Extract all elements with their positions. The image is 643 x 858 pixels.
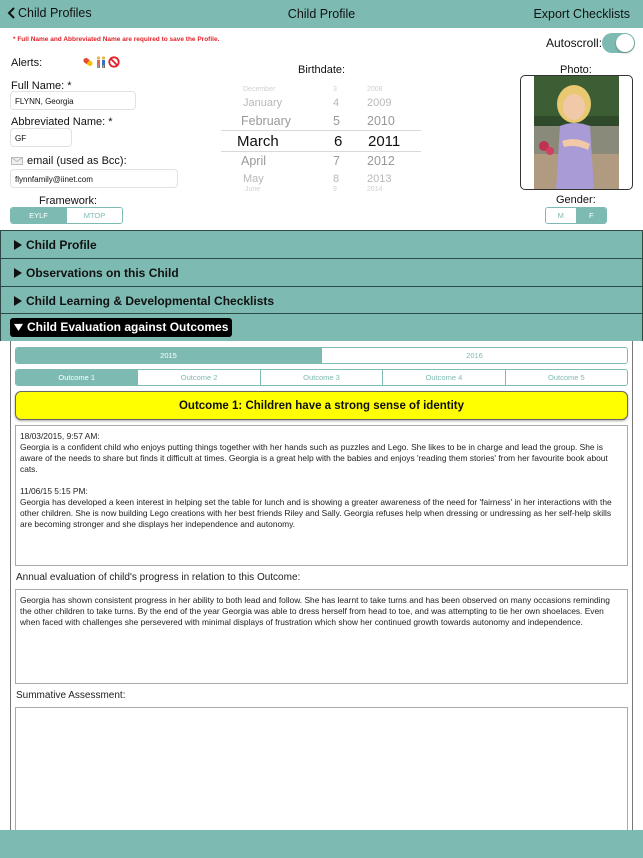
outcome-tab-5[interactable]: Outcome 5 — [504, 370, 627, 385]
observation-text: Georgia is a confident child who enjoys … — [20, 442, 608, 474]
year-selector: 2015 2016 — [15, 347, 628, 364]
picker-day: 7 — [333, 154, 340, 168]
picker-year: 2013 — [367, 173, 392, 185]
picker-month: May — [243, 173, 264, 185]
framework-option-eylf[interactable]: EYLF — [11, 208, 66, 223]
section-evaluation[interactable]: Child Evaluation against Outcomes — [0, 313, 643, 341]
observation-timestamp: 11/06/15 5:15 PM: — [20, 486, 88, 496]
section-title: Child Learning & Developmental Checklist… — [26, 294, 275, 308]
birthdate-picker[interactable]: December 3 2008 January 4 2009 February … — [221, 84, 421, 196]
triangle-right-icon — [14, 240, 22, 250]
abbreviated-name-input[interactable]: GF — [10, 128, 72, 147]
framework-selector: EYLF MTOP — [10, 207, 123, 224]
triangle-right-icon — [14, 268, 22, 278]
picker-day: 5 — [333, 114, 340, 128]
picker-month: January — [243, 97, 283, 109]
picker-day: 9 — [333, 186, 337, 193]
outcome-tab-1[interactable]: Outcome 1 — [16, 370, 138, 385]
gender-label: Gender: — [556, 194, 596, 206]
autoscroll-label: Autoscroll: — [546, 36, 603, 50]
child-photo[interactable] — [520, 75, 633, 190]
picker-month: December — [243, 86, 276, 93]
observations-textbox[interactable]: 18/03/2015, 9:57 AM: Georgia is a confide… — [15, 425, 628, 566]
picker-month: June — [245, 186, 261, 193]
picker-year: 2008 — [367, 86, 383, 93]
gender-selector: M F — [545, 207, 607, 224]
abbreviated-name-label: Abbreviated Name: * — [11, 116, 113, 128]
email-input[interactable]: flynnfamily@iinet.com — [10, 169, 178, 188]
email-label: email (used as Bcc): — [27, 155, 127, 167]
picker-year: 2012 — [367, 154, 395, 168]
section-header: Child Profile — [13, 238, 97, 252]
year-tab-2016[interactable]: 2016 — [321, 348, 627, 363]
section-child-profile[interactable]: Child Profile — [0, 230, 643, 258]
section-title: Child Profile — [26, 238, 97, 252]
picker-month-selected: March — [237, 133, 279, 150]
picker-year: 2009 — [367, 97, 392, 109]
section-header: Observations on this Child — [13, 266, 179, 280]
pill-icon — [83, 58, 93, 66]
picker-day: 8 — [333, 173, 340, 185]
section-title: Observations on this Child — [26, 266, 179, 280]
section-title: Child Evaluation against Outcomes — [27, 320, 229, 334]
picker-day: 3 — [333, 86, 337, 93]
birthdate-label: Birthdate: — [298, 64, 346, 76]
gender-option-m[interactable]: M — [546, 208, 576, 223]
toggle-knob — [616, 34, 634, 52]
picker-year: 2010 — [367, 114, 395, 128]
outcome-tab-3[interactable]: Outcome 3 — [259, 370, 383, 385]
observation-entry: 11/06/15 5:15 PM: Georgia has developed a… — [20, 486, 623, 530]
export-checklists-button[interactable]: Export Checklists — [533, 7, 630, 21]
picker-day: 4 — [333, 97, 340, 109]
autoscroll-toggle[interactable] — [602, 33, 635, 53]
annual-evaluation-textarea[interactable]: Georgia has shown consistent progress in… — [15, 589, 628, 684]
outcome-tab-4[interactable]: Outcome 4 — [382, 370, 505, 385]
triangle-down-icon — [14, 323, 23, 332]
section-observations[interactable]: Observations on this Child — [0, 258, 643, 286]
required-fields-note: * Full Name and Abbreviated Name are req… — [13, 36, 220, 43]
triangle-right-icon — [14, 296, 22, 306]
observation-text: Georgia has developed a keen interest in… — [20, 497, 612, 529]
children-icon — [96, 56, 106, 68]
picker-month: April — [241, 154, 267, 168]
child-photo-image — [534, 76, 619, 189]
annual-evaluation-label: Annual evaluation of child's progress in… — [16, 572, 301, 583]
picker-year: 2014 — [367, 186, 383, 193]
framework-label: Framework: — [39, 195, 98, 207]
outcome-tab-2[interactable]: Outcome 2 — [137, 370, 260, 385]
full-name-input[interactable]: FLYNN, Georgia — [10, 91, 136, 110]
observation-entry: 18/03/2015, 9:57 AM: Georgia is a confide… — [20, 431, 623, 475]
prohibited-icon — [108, 56, 120, 68]
picker-day-selected: 6 — [334, 133, 343, 150]
outcome-selector: Outcome 1 Outcome 2 Outcome 3 Outcome 4 … — [15, 369, 628, 386]
bottom-toolbar — [0, 830, 643, 858]
picker-year-selected: 2011 — [368, 133, 401, 150]
summative-assessment-textarea[interactable] — [15, 707, 628, 837]
framework-option-mtop[interactable]: MTOP — [66, 208, 122, 223]
gender-option-f[interactable]: F — [575, 208, 606, 223]
section-header: Child Learning & Developmental Checklist… — [13, 294, 274, 308]
alerts-label: Alerts: — [11, 57, 43, 69]
navigation-bar: Child Profiles Child Profile Export Chec… — [0, 0, 643, 28]
email-label-row: email (used as Bcc): — [11, 155, 127, 167]
year-tab-2015[interactable]: 2015 — [16, 348, 321, 363]
outcome-title-banner: Outcome 1: Children have a strong sense … — [15, 391, 628, 420]
envelope-icon — [11, 157, 23, 165]
summative-assessment-label: Summative Assessment: — [16, 690, 126, 701]
section-header-active: Child Evaluation against Outcomes — [10, 318, 233, 337]
section-checklists[interactable]: Child Learning & Developmental Checklist… — [0, 286, 643, 314]
observation-timestamp: 18/03/2015, 9:57 AM: — [20, 431, 100, 441]
alerts-icons[interactable] — [82, 56, 120, 68]
picker-month: February — [241, 114, 292, 128]
